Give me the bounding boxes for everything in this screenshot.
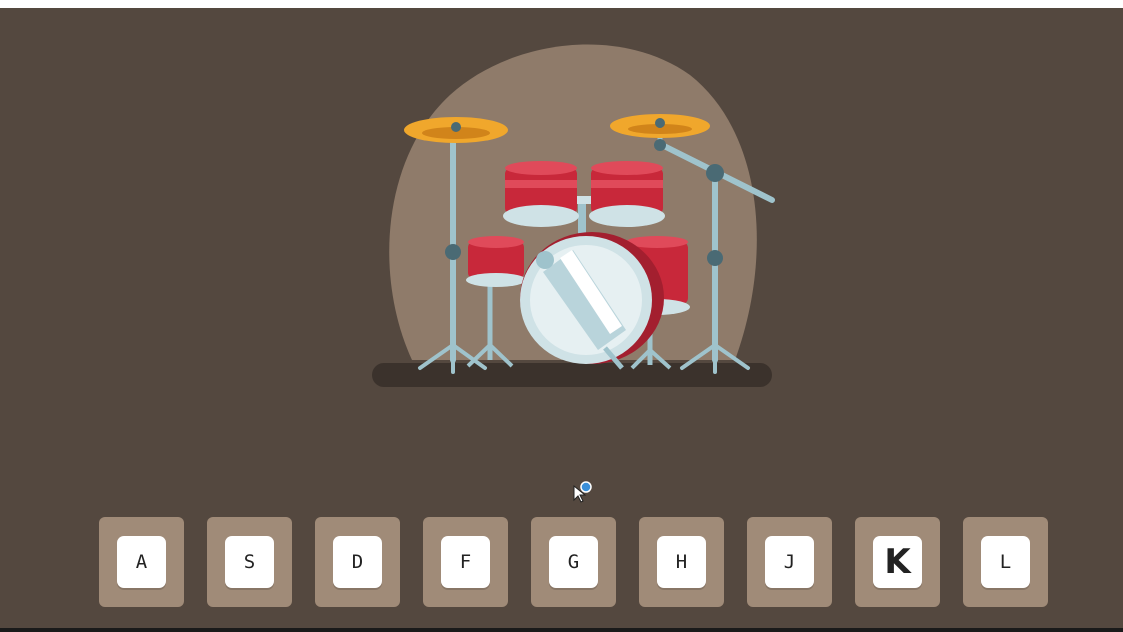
drum-key-d[interactable]: D — [315, 517, 400, 607]
drum-key-f[interactable]: F — [423, 517, 508, 607]
keycap-a: A — [117, 536, 166, 588]
bottom-border — [0, 628, 1123, 632]
drum-kit-icon — [372, 44, 775, 387]
keycap-h: H — [657, 536, 706, 588]
keycap-k-active: K — [873, 536, 922, 588]
left-tom — [503, 161, 579, 227]
right-tom — [589, 161, 665, 227]
drum-key-l[interactable]: L — [963, 517, 1048, 607]
keycap-d: D — [333, 536, 382, 588]
drum-key-j[interactable]: J — [747, 517, 832, 607]
drum-key-s[interactable]: S — [207, 517, 292, 607]
keycap-s: S — [225, 536, 274, 588]
drum-key-a[interactable]: A — [99, 517, 184, 607]
keycap-g: G — [549, 536, 598, 588]
drum-key-g[interactable]: G — [531, 517, 616, 607]
mouse-cursor-icon — [573, 481, 592, 503]
keycap-l: L — [981, 536, 1030, 588]
keycap-j: J — [765, 536, 814, 588]
floor-shadow — [372, 363, 772, 387]
keycap-f: F — [441, 536, 490, 588]
drum-key-row: A S D F G H J K L — [99, 517, 1048, 607]
drum-key-h[interactable]: H — [639, 517, 724, 607]
drum-key-k[interactable]: K — [855, 517, 940, 607]
